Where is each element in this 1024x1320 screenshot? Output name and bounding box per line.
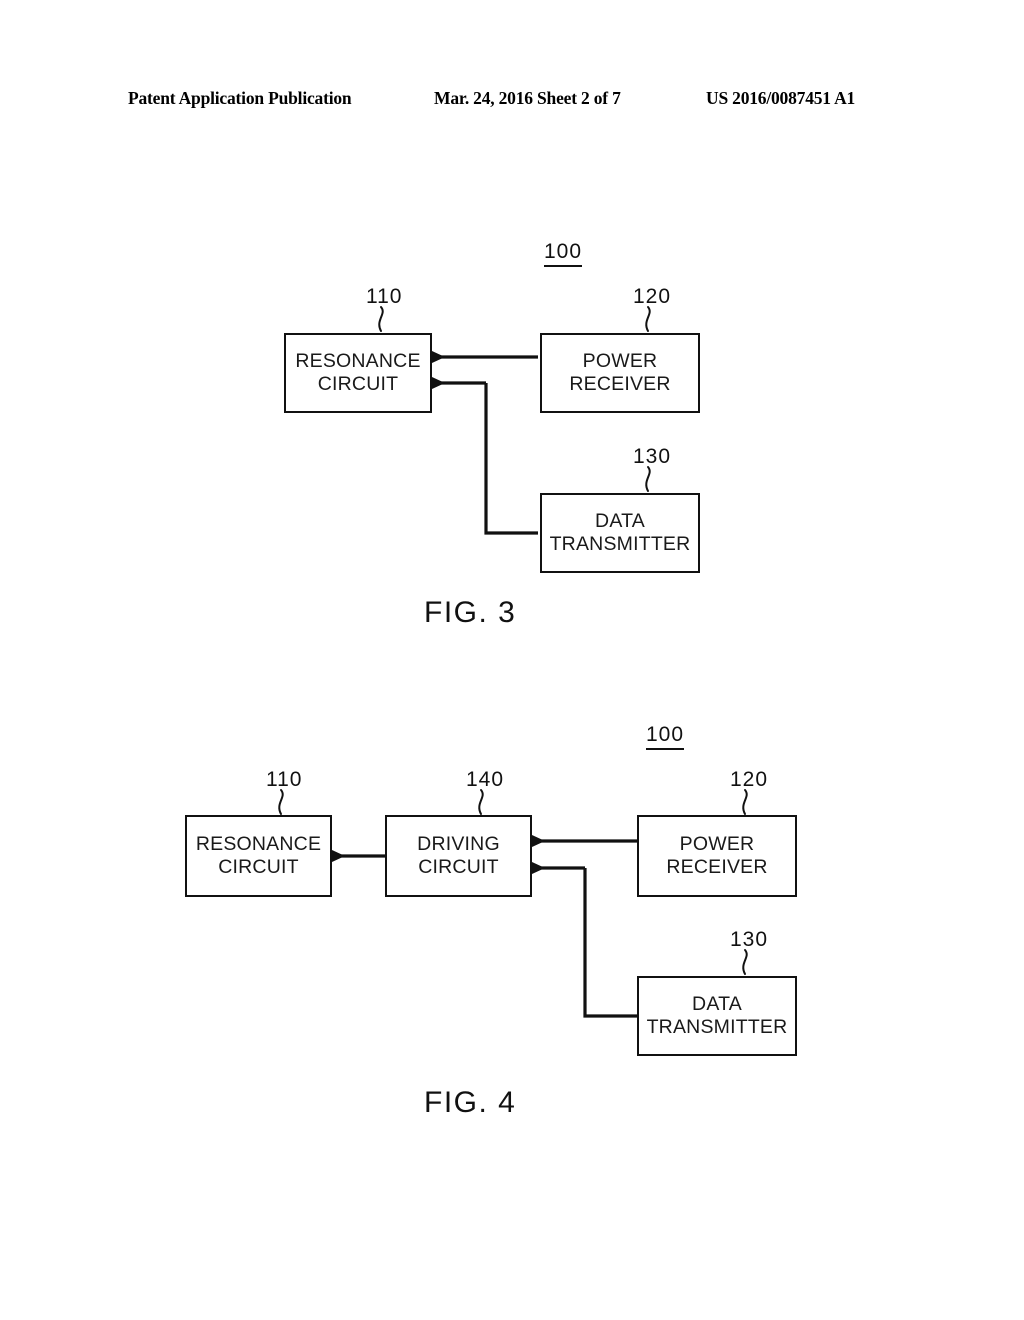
figure-4-block-data-transmitter-label: DATA TRANSMITTER [646, 993, 788, 1038]
figure-4-block-resonance-circuit[interactable]: RESONANCE CIRCUIT [185, 815, 332, 897]
figure-4-ref-120: 120 [730, 768, 769, 791]
figure-4-block-data-transmitter[interactable]: DATA TRANSMITTER [637, 976, 797, 1056]
header-date-sheet-label: Mar. 24, 2016 Sheet 2 of 7 [434, 88, 621, 108]
figure-3-system-ref-100: 100 [544, 240, 583, 267]
figure-3-ref-110: 110 [366, 285, 403, 308]
figure-3-block-resonance-circuit-label: RESONANCE CIRCUIT [295, 350, 421, 395]
figure-4-block-power-receiver[interactable]: POWER RECEIVER [637, 815, 797, 897]
figure-3-block-power-receiver-label: POWER RECEIVER [569, 350, 671, 395]
figure-3-ref-130: 130 [633, 445, 672, 468]
figure-3-ref-120: 120 [633, 285, 672, 308]
figure-3-caption: FIG. 3 [424, 596, 517, 629]
figure-4-block-power-receiver-label: POWER RECEIVER [666, 833, 768, 878]
figure-4-caption: FIG. 4 [424, 1086, 517, 1119]
figure-3-block-resonance-circuit[interactable]: RESONANCE CIRCUIT [284, 333, 432, 413]
figure-3-block-data-transmitter[interactable]: DATA TRANSMITTER [540, 493, 700, 573]
figure-4-ref-110: 110 [266, 768, 303, 791]
figure-3-block-data-transmitter-label: DATA TRANSMITTER [549, 510, 691, 555]
header-patent-number: US 2016/0087451 A1 [706, 88, 856, 108]
figure-3-block-power-receiver[interactable]: POWER RECEIVER [540, 333, 700, 413]
figure-4-ref-130: 130 [730, 928, 769, 951]
figure-4-system-ref-100: 100 [646, 723, 685, 750]
figure-4-block-driving-circuit-label: DRIVING CIRCUIT [417, 833, 500, 878]
figure-4-ref-140: 140 [466, 768, 505, 791]
header-publication-label: Patent Application Publication [128, 88, 352, 108]
figure-3-lines [0, 0, 1024, 1320]
figure-4-block-resonance-circuit-label: RESONANCE CIRCUIT [195, 833, 322, 878]
figure-4-block-driving-circuit[interactable]: DRIVING CIRCUIT [385, 815, 532, 897]
page-header: Patent Application Publication Mar. 24, … [128, 88, 896, 114]
